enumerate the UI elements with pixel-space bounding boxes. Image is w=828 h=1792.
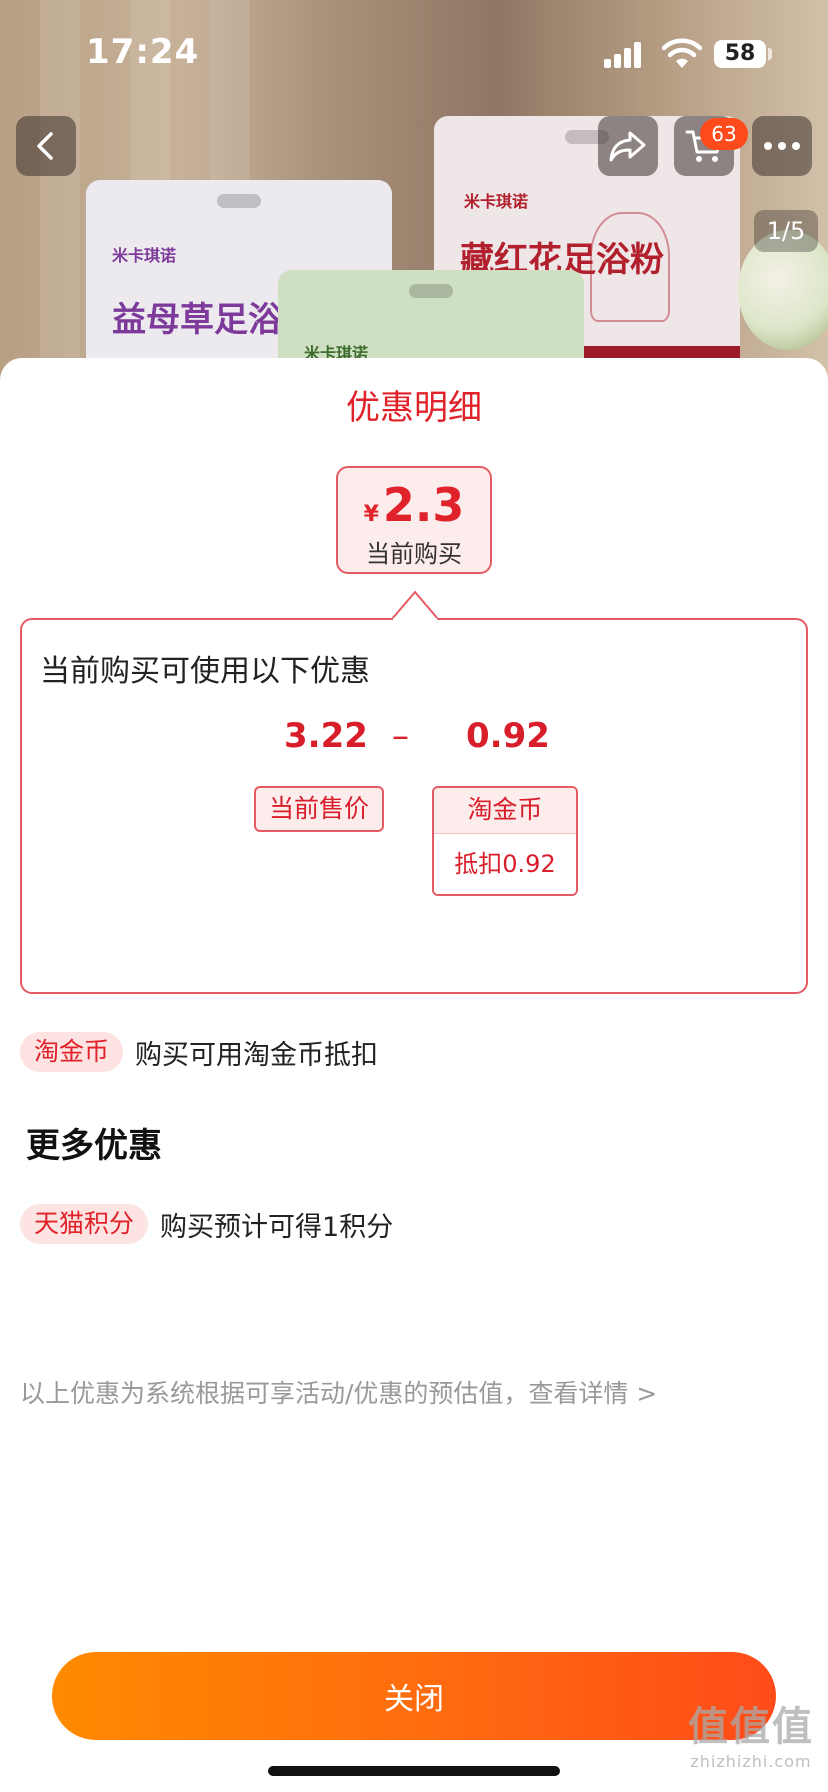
current-price: ¥2.3 bbox=[338, 478, 490, 532]
tmall-points-row: 天猫积分 购买预计可得1积分 bbox=[20, 1204, 393, 1244]
wifi-icon bbox=[662, 38, 702, 68]
package-brand: 米卡琪诺 bbox=[112, 246, 177, 265]
share-button[interactable] bbox=[598, 116, 658, 176]
package-hang-hole bbox=[409, 284, 453, 298]
selling-price-tag: 当前售价 bbox=[254, 786, 384, 832]
image-pager: 1/5 bbox=[754, 210, 818, 252]
back-button[interactable] bbox=[16, 116, 76, 176]
status-bar: 17:24 58 bbox=[0, 0, 828, 100]
points-row-text: 购买预计可得1积分 bbox=[160, 1211, 394, 1243]
battery-tip bbox=[768, 48, 772, 60]
home-indicator[interactable] bbox=[268, 1766, 560, 1776]
watermark-main: 值值值 bbox=[688, 1704, 814, 1750]
breakdown-title: 当前购买可使用以下优惠 bbox=[40, 654, 370, 689]
currency-symbol: ¥ bbox=[363, 502, 379, 527]
package-hang-hole bbox=[217, 194, 261, 208]
more-button[interactable] bbox=[752, 116, 812, 176]
saffron-flower-illustration bbox=[590, 212, 670, 322]
tmall-points-tag: 天猫积分 bbox=[20, 1204, 149, 1244]
current-price-amount: 2.3 bbox=[382, 478, 465, 532]
current-price-label: 当前购买 bbox=[366, 540, 462, 568]
coin-discount-row: 淘金币 购买可用淘金币抵扣 bbox=[20, 1032, 378, 1072]
signal-icon bbox=[604, 42, 644, 68]
breakdown-pointer-arrow bbox=[392, 590, 438, 620]
watermark-sub: zhizhizhi.com bbox=[690, 1752, 812, 1771]
share-icon bbox=[609, 131, 646, 162]
coin-tag: 淘金币 bbox=[20, 1032, 124, 1072]
coin-row-text: 购买可用淘金币抵扣 bbox=[135, 1039, 379, 1071]
cart-count-badge: 63 bbox=[700, 118, 748, 150]
more-discounts-title: 更多优惠 bbox=[26, 1126, 162, 1166]
discount-breakdown-box: 当前购买可使用以下优惠 3.22 – 0.92 当前售价 淘金币 抵扣0.92 bbox=[20, 618, 808, 994]
selling-price-value: 3.22 bbox=[284, 716, 368, 756]
coin-tag-deduct: 抵扣0.92 bbox=[434, 834, 576, 894]
coin-deduct-tag: 淘金币 抵扣0.92 bbox=[432, 786, 578, 896]
status-time: 17:24 bbox=[86, 32, 200, 72]
view-details-link[interactable]: 以上优惠为系统根据可享活动/优惠的预估值，查看详情 > bbox=[20, 1374, 657, 1410]
coin-tag-label: 淘金币 bbox=[434, 788, 576, 834]
discount-detail-sheet: 优惠明细 ¥2.3 当前购买 当前购买可使用以下优惠 3.22 – 0.92 当… bbox=[0, 358, 828, 1792]
sheet-title: 优惠明细 bbox=[346, 388, 482, 428]
coin-deduct-value: 0.92 bbox=[466, 716, 550, 756]
current-price-card: ¥2.3 当前购买 bbox=[336, 466, 492, 574]
watermark: 值值值 zhizhizhi.com bbox=[676, 1694, 826, 1771]
back-icon bbox=[37, 132, 53, 160]
battery-icon: 58 bbox=[714, 40, 766, 68]
package-brand: 米卡琪诺 bbox=[464, 192, 529, 211]
minus-sign: – bbox=[392, 716, 409, 756]
close-button[interactable]: 关闭 bbox=[52, 1652, 776, 1740]
more-icon bbox=[764, 142, 800, 150]
